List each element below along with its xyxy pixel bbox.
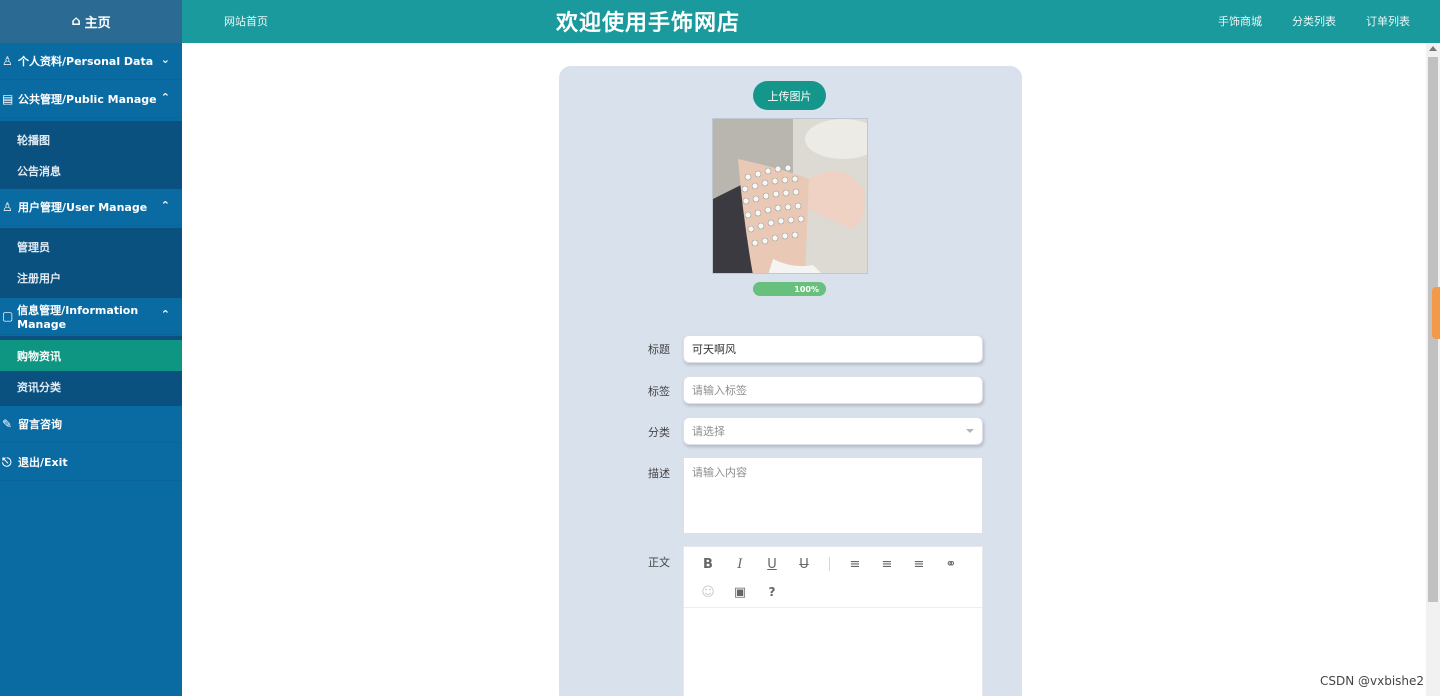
- align-center-icon[interactable]: ≡: [871, 553, 903, 575]
- editor-toolbar-row-1: B I U U ≡ ≡ ≡ ⚭: [692, 553, 967, 575]
- home-label: 主页: [84, 16, 111, 31]
- side-floating-handle[interactable]: [1432, 287, 1440, 339]
- bold-icon[interactable]: B: [692, 553, 724, 575]
- category-placeholder: 请选择: [692, 425, 725, 438]
- nav-link-categories[interactable]: 分类列表: [1292, 13, 1336, 29]
- menu-group-label: 留言咨询: [18, 418, 62, 431]
- align-right-icon[interactable]: ≡: [903, 553, 935, 575]
- progress-label: 100%: [794, 284, 819, 294]
- title-input[interactable]: [683, 335, 983, 363]
- home-link[interactable]: ⌂ 主页: [0, 0, 182, 43]
- submenu-public: 轮播图 公告消息: [0, 121, 182, 189]
- uploaded-image-preview: [712, 118, 868, 274]
- sidebar-item-carousel[interactable]: 轮播图: [0, 124, 182, 155]
- description-label: 描述: [648, 467, 670, 480]
- upload-progress-bar: 100%: [753, 282, 826, 296]
- scroll-up-icon[interactable]: [1429, 46, 1437, 51]
- body-label: 正文: [648, 556, 670, 569]
- exit-icon: ⎋: [2, 454, 12, 469]
- strikethrough-icon[interactable]: U: [788, 553, 820, 575]
- title-label: 标题: [648, 343, 670, 356]
- sidebar-item-notices[interactable]: 公告消息: [0, 155, 182, 186]
- home-icon: ⌂: [71, 14, 81, 29]
- upload-image-button[interactable]: 上传图片: [753, 81, 826, 110]
- nav-link-shop[interactable]: 手饰商城: [1218, 13, 1262, 29]
- menu-group-exit[interactable]: ⎋ 退出/Exit: [0, 444, 182, 481]
- user-icon: ♙: [2, 54, 13, 68]
- sidebar-item-registered-users[interactable]: 注册用户: [0, 262, 182, 293]
- bracelet-photo: [713, 119, 867, 273]
- board-icon: ▤: [2, 92, 14, 106]
- menu-group-personal[interactable]: ♙ 个人资料/Personal Data ⌄: [0, 43, 182, 80]
- sidebar-item-shopping-news[interactable]: 购物资讯: [0, 340, 182, 371]
- menu-group-label: 个人资料/Personal Data: [18, 55, 154, 68]
- italic-icon[interactable]: I: [724, 553, 756, 575]
- editor-divider: [684, 607, 982, 608]
- message-icon: ✎: [2, 417, 13, 431]
- help-icon[interactable]: ?: [756, 581, 788, 603]
- menu-group-public[interactable]: ▤ 公共管理/Public Manage ⌃: [0, 81, 182, 118]
- menu-group-label: 公共管理/Public Manage: [18, 93, 157, 106]
- menu-group-users[interactable]: ♙ 用户管理/User Manage ⌃: [0, 189, 182, 226]
- editor-toolbar-row-2: ☺ ▣ ?: [692, 581, 788, 603]
- menu-group-label: 用户管理/User Manage: [18, 201, 148, 214]
- site-home-link[interactable]: 网站首页: [224, 13, 268, 29]
- sidebar-item-news-categories[interactable]: 资讯分类: [0, 371, 182, 402]
- tags-label: 标签: [648, 385, 670, 398]
- nav-link-orders[interactable]: 订单列表: [1366, 13, 1410, 29]
- menu-group-label: 退出/Exit: [18, 456, 68, 469]
- menu-group-messages[interactable]: ✎ 留言咨询: [0, 406, 182, 443]
- submenu-info: 购物资讯 资讯分类: [0, 336, 182, 406]
- chevron-up-icon: ⌃: [160, 199, 170, 212]
- chevron-down-icon: ⌄: [160, 53, 170, 66]
- menu-group-info[interactable]: ▢ 信息管理/Information Manage ⌃: [0, 298, 182, 335]
- top-links: 手饰商城 分类列表 订单列表: [1218, 13, 1410, 29]
- description-textarea[interactable]: [683, 457, 983, 534]
- user-icon: ♙: [2, 200, 13, 214]
- underline-icon[interactable]: U: [756, 553, 788, 575]
- chevron-down-icon: [966, 429, 974, 433]
- tags-input[interactable]: [683, 376, 983, 404]
- top-bar: ⌂ 主页 网站首页 欢迎使用手饰网店 手饰商城 分类列表 订单列表: [0, 0, 1440, 43]
- link-icon[interactable]: ⚭: [935, 553, 967, 575]
- category-select[interactable]: 请选择: [683, 417, 983, 445]
- category-label: 分类: [648, 426, 670, 439]
- emoji-icon[interactable]: ☺: [692, 581, 724, 603]
- submenu-users: 管理员 注册用户: [0, 228, 182, 298]
- align-left-icon[interactable]: ≡: [839, 553, 871, 575]
- image-icon[interactable]: ▣: [724, 581, 756, 603]
- chevron-up-icon: ⌃: [160, 308, 170, 321]
- rich-text-editor[interactable]: B I U U ≡ ≡ ≡ ⚭ ☺ ▣ ?: [683, 546, 983, 696]
- site-title: 欢迎使用手饰网店: [556, 11, 741, 36]
- toolbar-divider: [829, 557, 830, 571]
- info-icon: ▢: [2, 309, 14, 323]
- chevron-up-icon: ⌃: [160, 91, 170, 104]
- sidebar-item-admins[interactable]: 管理员: [0, 231, 182, 262]
- watermark: CSDN @vxbishe2: [1320, 674, 1425, 688]
- menu-group-label: 信息管理/Information Manage: [17, 303, 139, 331]
